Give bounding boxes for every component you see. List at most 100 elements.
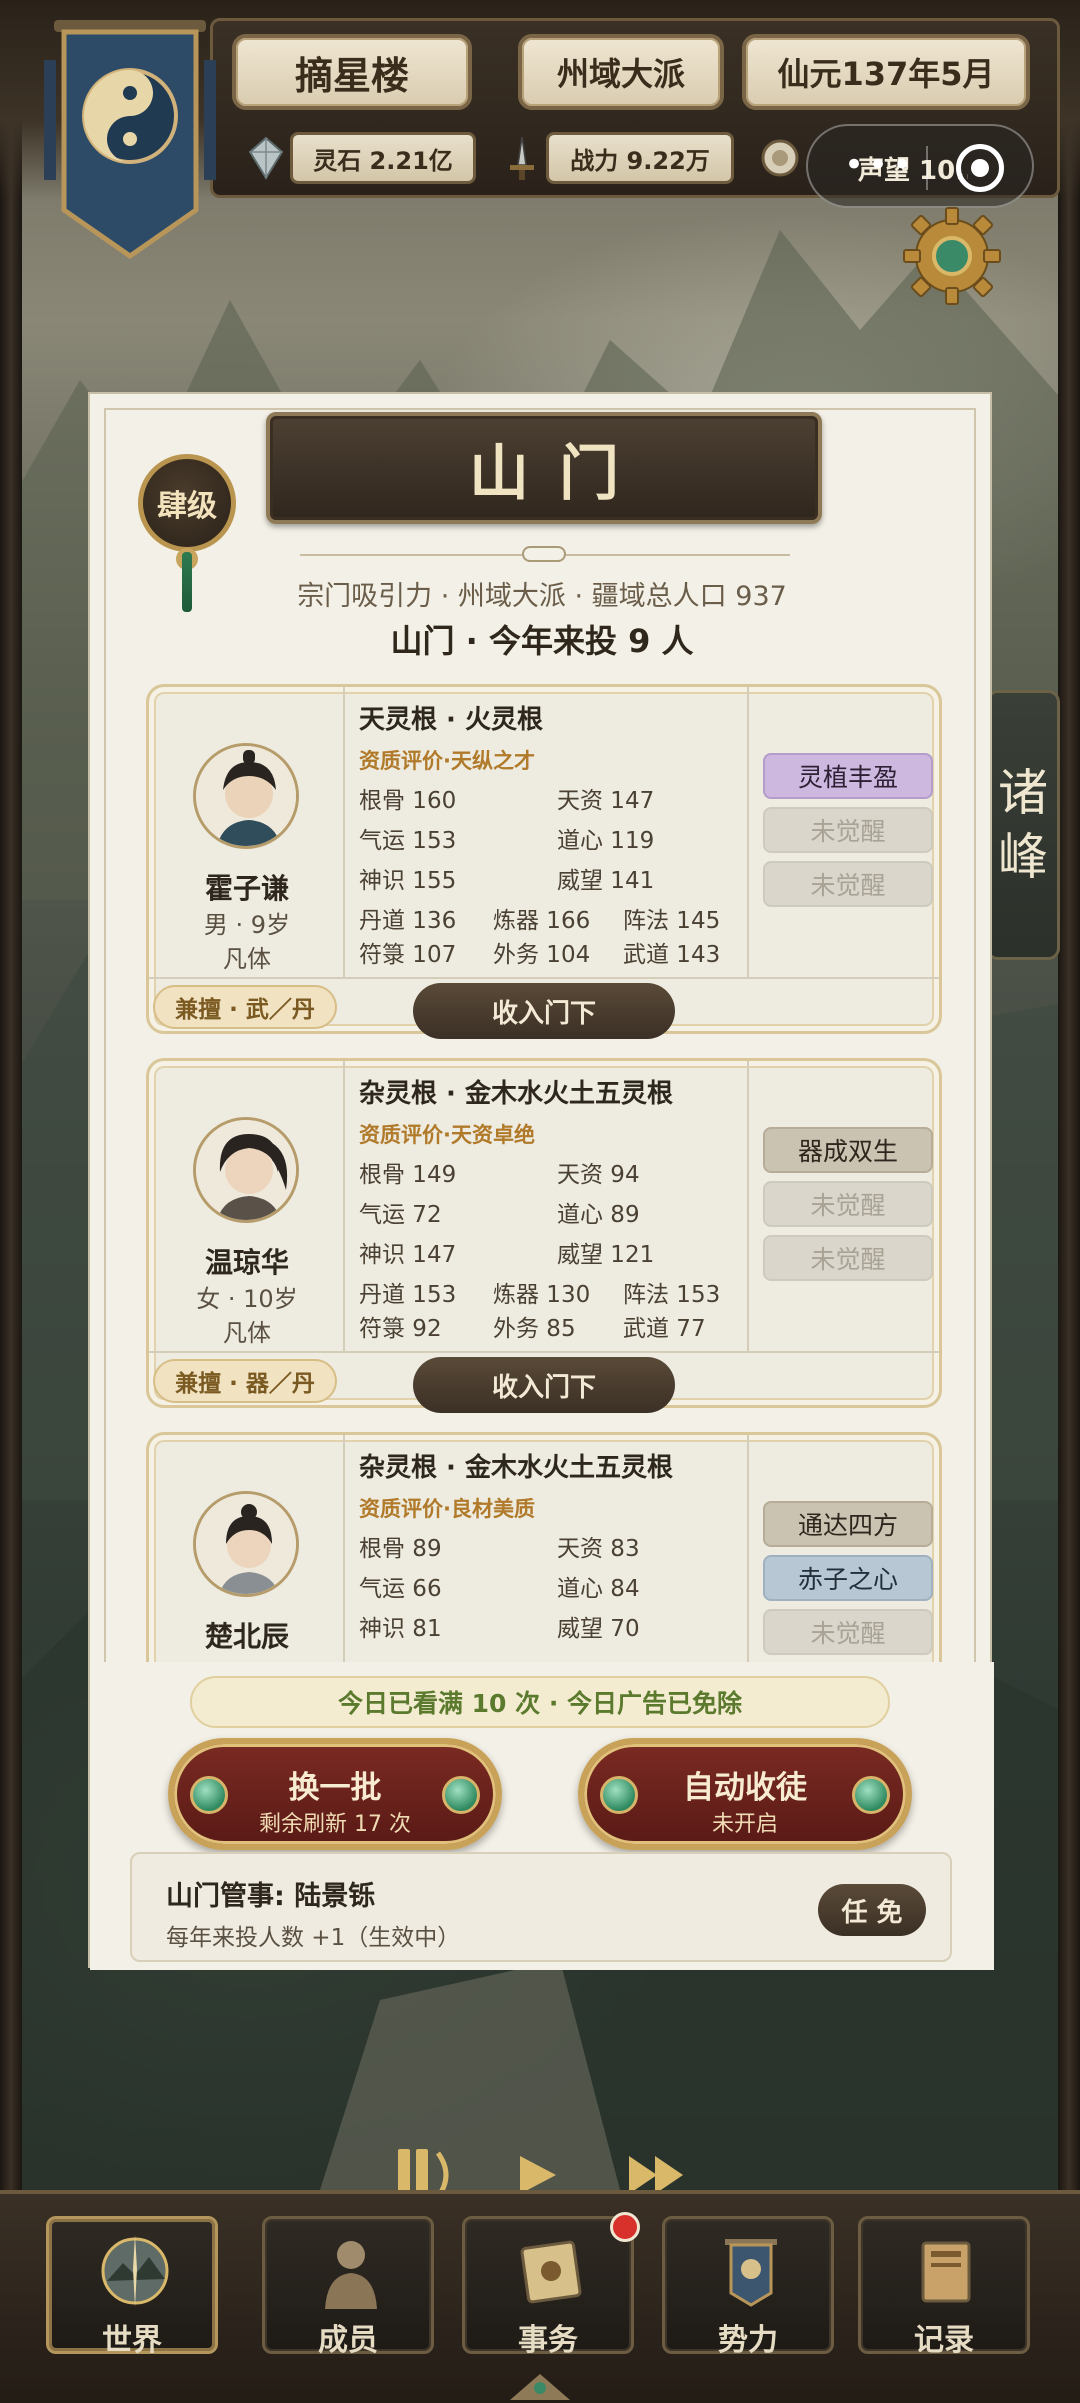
nav-affairs-label: 事务 bbox=[518, 2323, 578, 2358]
peaks-side-tab[interactable]: 诸 峰 bbox=[986, 690, 1060, 960]
spirit-stones-pill: 灵石 2.21亿 bbox=[290, 132, 476, 184]
book-icon bbox=[921, 2241, 971, 2303]
peaks-tab-char-1: 诸 bbox=[998, 764, 1048, 822]
aptitude-rating: 资质评价·天资卓绝 bbox=[359, 1123, 535, 1147]
sect-rank-plaque: 州域大派 bbox=[518, 34, 724, 110]
stat-weiwang: 威望 121 bbox=[557, 1242, 655, 1268]
reputation-orb-icon bbox=[758, 134, 802, 182]
stat-gengu: 根骨 89 bbox=[359, 1536, 442, 1562]
spirit-root: 杂灵根 · 金木水火土五灵根 bbox=[359, 1453, 673, 1483]
candidate-gender-age: 男 · 9岁 bbox=[203, 911, 291, 939]
stat-wudao: 武道 77 bbox=[623, 1316, 706, 1342]
stat-fulu: 符箓 92 bbox=[359, 1316, 442, 1342]
auto-recruit-label: 自动收徒 bbox=[683, 1770, 807, 1806]
sect-banner-icon[interactable] bbox=[40, 20, 220, 270]
spirit-stone-icon bbox=[244, 134, 288, 182]
refresh-batch-button[interactable]: 换一批 剩余刷新 17 次 bbox=[168, 1738, 502, 1850]
divider-ornament bbox=[522, 546, 566, 562]
trait-badge-locked: 未觉醒 bbox=[763, 1609, 933, 1655]
recruit-button[interactable]: 收入门下 bbox=[413, 983, 675, 1039]
refresh-label: 换一批 bbox=[288, 1770, 382, 1806]
stat-daoxin: 道心 84 bbox=[557, 1576, 640, 1602]
stat-zhenfa: 阵法 145 bbox=[623, 908, 721, 934]
candidate-body-type: 凡体 bbox=[223, 1319, 271, 1347]
trait-badge[interactable]: 灵植丰盈 bbox=[763, 753, 933, 799]
auto-recruit-button[interactable]: 自动收徒 未开启 bbox=[578, 1738, 912, 1850]
stat-wudao: 武道 143 bbox=[623, 942, 721, 968]
miniprogram-capsule[interactable]: 声望 10... ••• bbox=[806, 124, 1034, 208]
rank-badge: 肆级 bbox=[138, 454, 236, 552]
steward-name: 山门管事: 陆景铄 bbox=[166, 1881, 376, 1912]
stat-gengu: 根骨 160 bbox=[359, 788, 457, 814]
member-figure-icon bbox=[325, 2241, 377, 2309]
sect-attraction-summary: 宗门吸引力 · 州域大派 · 疆域总人口 937 bbox=[297, 581, 787, 612]
candidate-body-type: 凡体 bbox=[223, 945, 271, 973]
stat-qiyun: 气运 72 bbox=[359, 1202, 442, 1228]
nav-affairs[interactable]: 事务 bbox=[462, 2216, 634, 2358]
candidate-stats: 杂灵根 · 金木水火土五灵根 资质评价·天资卓绝 根骨 149 天资 94 气运… bbox=[345, 1061, 749, 1351]
trait-badge[interactable]: 赤子之心 bbox=[763, 1555, 933, 1601]
appoint-dismiss-button[interactable]: 任 免 bbox=[818, 1884, 926, 1936]
stat-tianzi: 天资 147 bbox=[557, 788, 655, 814]
candidate-name: 霍子谦 bbox=[204, 872, 289, 905]
nav-factions-label: 势力 bbox=[718, 2323, 778, 2358]
aptitude-rating: 资质评价·天纵之才 bbox=[359, 749, 535, 773]
world-map-icon bbox=[101, 2235, 169, 2307]
candidate-profile: 霍子谦 男 · 9岁 凡体 bbox=[149, 687, 345, 977]
specialty-tag: 兼擅 · 武／丹 bbox=[153, 985, 337, 1029]
trait-badge-locked: 未觉醒 bbox=[763, 861, 933, 907]
stat-qiyun: 气运 153 bbox=[359, 828, 457, 854]
settings-gear-icon[interactable] bbox=[900, 204, 1004, 308]
avatar bbox=[193, 1117, 299, 1223]
nav-records[interactable]: 记录 bbox=[858, 2216, 1030, 2358]
candidate-card: 霍子谦 男 · 9岁 凡体 天灵根 · 火灵根 资质评价·天纵之才 根骨 160… bbox=[146, 684, 945, 1039]
notification-badge bbox=[610, 2212, 640, 2242]
stat-daoxin: 道心 119 bbox=[557, 828, 655, 854]
nav-factions[interactable]: 势力 bbox=[662, 2216, 834, 2358]
candidate-gender-age: 女 · 10岁 bbox=[196, 1285, 298, 1313]
trait-badge[interactable]: 器成双生 bbox=[763, 1127, 933, 1173]
candidate-card: 温琼华 女 · 10岁 凡体 杂灵根 · 金木水火土五灵根 资质评价·天资卓绝 … bbox=[146, 1058, 945, 1413]
stat-gengu: 根骨 149 bbox=[359, 1162, 457, 1188]
nav-records-label: 记录 bbox=[914, 2323, 974, 2358]
trait-badge-locked: 未觉醒 bbox=[763, 1181, 933, 1227]
more-options-icon[interactable]: ••• bbox=[844, 148, 916, 182]
capsule-divider bbox=[926, 146, 928, 190]
candidate-profile: 温琼华 女 · 10岁 凡体 bbox=[149, 1061, 345, 1351]
stat-shenshi: 神识 155 bbox=[359, 868, 457, 894]
game-date-plaque: 仙元137年5月 bbox=[742, 34, 1030, 110]
close-miniprogram-icon[interactable] bbox=[956, 144, 1004, 192]
trait-badge[interactable]: 通达四方 bbox=[763, 1501, 933, 1547]
trait-badge-locked: 未觉醒 bbox=[763, 807, 933, 853]
candidate-traits: 灵植丰盈 未觉醒 未觉醒 bbox=[749, 687, 945, 977]
recruit-button[interactable]: 收入门下 bbox=[413, 1357, 675, 1413]
nav-world[interactable]: 世界 bbox=[46, 2216, 218, 2358]
bottom-ornament bbox=[510, 2374, 570, 2400]
stat-dandao: 丹道 153 bbox=[359, 1282, 457, 1308]
stat-tianzi: 天资 94 bbox=[557, 1162, 640, 1188]
yearly-applicant-count: 山门 · 今年来投 9 人 bbox=[390, 622, 694, 660]
card-divider bbox=[149, 977, 939, 979]
daily-ad-notice: 今日已看满 10 次 · 今日广告已免除 bbox=[190, 1676, 890, 1728]
stat-qiyun: 气运 66 bbox=[359, 1576, 442, 1602]
stat-lianqi: 炼器 166 bbox=[493, 908, 591, 934]
faction-banner-icon bbox=[725, 2239, 777, 2307]
nav-members[interactable]: 成员 bbox=[262, 2216, 434, 2358]
left-frame bbox=[0, 0, 22, 2403]
sect-name-plaque: 摘星楼 bbox=[232, 34, 472, 110]
aptitude-rating: 资质评价·良材美质 bbox=[359, 1497, 535, 1521]
trait-badge-locked: 未觉醒 bbox=[763, 1235, 933, 1281]
stat-daoxin: 道心 89 bbox=[557, 1202, 640, 1228]
modal-title: 山门 bbox=[266, 412, 822, 524]
card-divider bbox=[149, 1351, 939, 1353]
stat-dandao: 丹道 136 bbox=[359, 908, 457, 934]
avatar bbox=[193, 1491, 299, 1597]
candidate-name: 楚北辰 bbox=[204, 1620, 289, 1653]
stat-zhenfa: 阵法 153 bbox=[623, 1282, 721, 1308]
spirit-root: 天灵根 · 火灵根 bbox=[359, 705, 543, 735]
nav-world-label: 世界 bbox=[102, 2323, 162, 2358]
sword-power-icon bbox=[500, 134, 544, 182]
stat-shenshi: 神识 81 bbox=[359, 1616, 442, 1642]
stat-tianzi: 天资 83 bbox=[557, 1536, 640, 1562]
candidate-traits: 器成双生 未觉醒 未觉醒 bbox=[749, 1061, 945, 1351]
